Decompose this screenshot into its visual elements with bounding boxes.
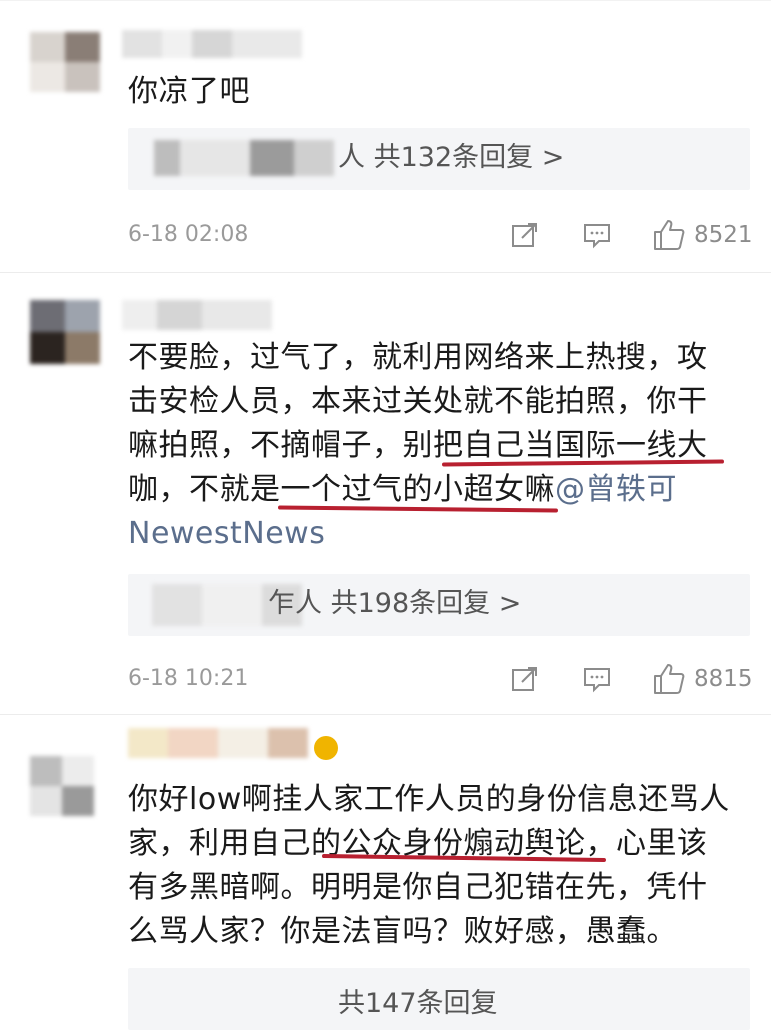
comment-line: 么骂人家？你是法盲吗？败好感，愚蠢。: [128, 914, 677, 949]
comment-divider: [0, 714, 771, 715]
comment-text: 你好low啊挂人家工作人员的身份信息还骂人 家，利用自己的公众身份煽动舆论，心里…: [128, 778, 730, 954]
comment-icon[interactable]: [582, 664, 612, 694]
reply-summary[interactable]: 共147条回复: [128, 968, 750, 1030]
avatar[interactable]: [30, 756, 94, 816]
top-divider: [0, 0, 771, 1]
username[interactable]: [122, 30, 302, 58]
like-icon[interactable]: [652, 218, 686, 252]
reply-summary[interactable]: 人 共132条回复 >: [128, 128, 750, 190]
comment-icon[interactable]: [582, 220, 612, 250]
reply-summary[interactable]: 乍人 共198条回复 >: [128, 574, 750, 636]
reply-count: 人 共132条回复 >: [338, 142, 565, 173]
forward-icon[interactable]: [510, 664, 540, 694]
mention-link[interactable]: @曾轶可: [555, 472, 677, 507]
username[interactable]: [122, 300, 272, 330]
comment-line-text: 咖，不就是一个过气的小超女嘛: [128, 472, 555, 507]
reply-user-mosaic: [154, 140, 334, 176]
comment-line: 咖，不就是一个过气的小超女嘛@曾轶可: [128, 468, 708, 512]
comment-text: 不要脸，过气了，就利用网络来上热搜，攻 击安检人员，本来过关处就不能拍照，你干 …: [128, 336, 708, 556]
forward-icon[interactable]: [510, 220, 540, 250]
timestamp: 6-18 02:08: [128, 222, 249, 247]
mention-link[interactable]: NewestNews: [128, 512, 708, 556]
username[interactable]: [128, 728, 308, 758]
like-count: 8815: [694, 666, 753, 692]
vip-badge-icon: [314, 736, 338, 760]
comment-divider: [0, 272, 771, 273]
like-count: 8521: [694, 222, 753, 248]
comment-line: 击安检人员，本来过关处就不能拍照，你干: [128, 384, 708, 419]
comment-text: 你凉了吧: [128, 74, 250, 109]
reply-count: 乍人 共198条回复 >: [268, 588, 522, 619]
avatar[interactable]: [30, 32, 100, 92]
comment-line: 不要脸，过气了，就利用网络来上热搜，攻: [128, 340, 708, 375]
like-icon[interactable]: [652, 662, 686, 696]
avatar[interactable]: [30, 300, 100, 364]
reply-count: 共147条回复: [338, 988, 498, 1019]
comment-line: 你好low啊挂人家工作人员的身份信息还骂人: [128, 782, 730, 817]
timestamp: 6-18 10:21: [128, 666, 249, 691]
comment-line: 有多黑暗啊。明明是你自己犯错在先，凭什: [128, 870, 708, 905]
